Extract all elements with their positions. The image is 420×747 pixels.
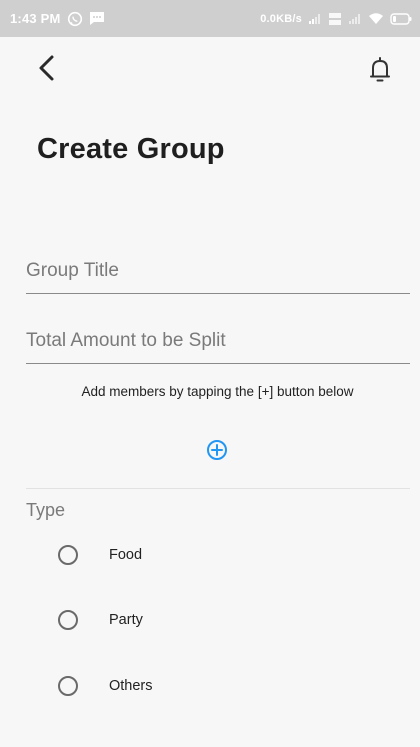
group-title-input[interactable] — [26, 248, 410, 293]
back-button[interactable] — [36, 55, 76, 85]
notification-button[interactable] — [360, 52, 400, 92]
message-icon — [89, 11, 105, 26]
radio-button[interactable] — [58, 676, 78, 696]
signal-icon-2 — [348, 13, 362, 25]
group-title-field[interactable] — [26, 248, 410, 294]
total-amount-input[interactable] — [26, 318, 410, 363]
battery-icon — [390, 12, 412, 25]
add-members-hint: Add members by tapping the [+] button be… — [81, 384, 354, 399]
radio-button[interactable] — [58, 545, 78, 565]
type-label: Type — [26, 500, 66, 520]
radio-option-food[interactable]: Food — [58, 540, 142, 570]
section-divider — [26, 488, 410, 489]
radio-label-food: Food — [109, 547, 143, 563]
signal-icon — [308, 13, 322, 25]
status-right: 0.0KB/s — [260, 12, 412, 26]
radio-label-others: Others — [109, 678, 153, 694]
wifi-icon — [368, 12, 384, 25]
radio-label-party: Party — [109, 612, 143, 628]
volte-icon — [328, 12, 342, 26]
radio-option-others[interactable]: Others — [58, 671, 153, 701]
network-speed: 0.0KB/s — [260, 12, 302, 25]
status-time: 1:43 PM — [10, 11, 61, 26]
bell-icon — [369, 56, 391, 89]
add-member-button[interactable] — [205, 439, 229, 466]
status-bar: 1:43 PM 0.0KB/s — [0, 0, 420, 37]
radio-button[interactable] — [58, 610, 78, 630]
chevron-left-icon — [36, 54, 58, 87]
total-amount-field[interactable] — [26, 318, 410, 364]
status-left: 1:43 PM — [10, 11, 105, 27]
radio-option-party[interactable]: Party — [58, 605, 143, 635]
plus-circle-icon — [206, 439, 228, 466]
page-title: Create Group — [37, 133, 225, 165]
whatsapp-icon — [67, 11, 83, 27]
